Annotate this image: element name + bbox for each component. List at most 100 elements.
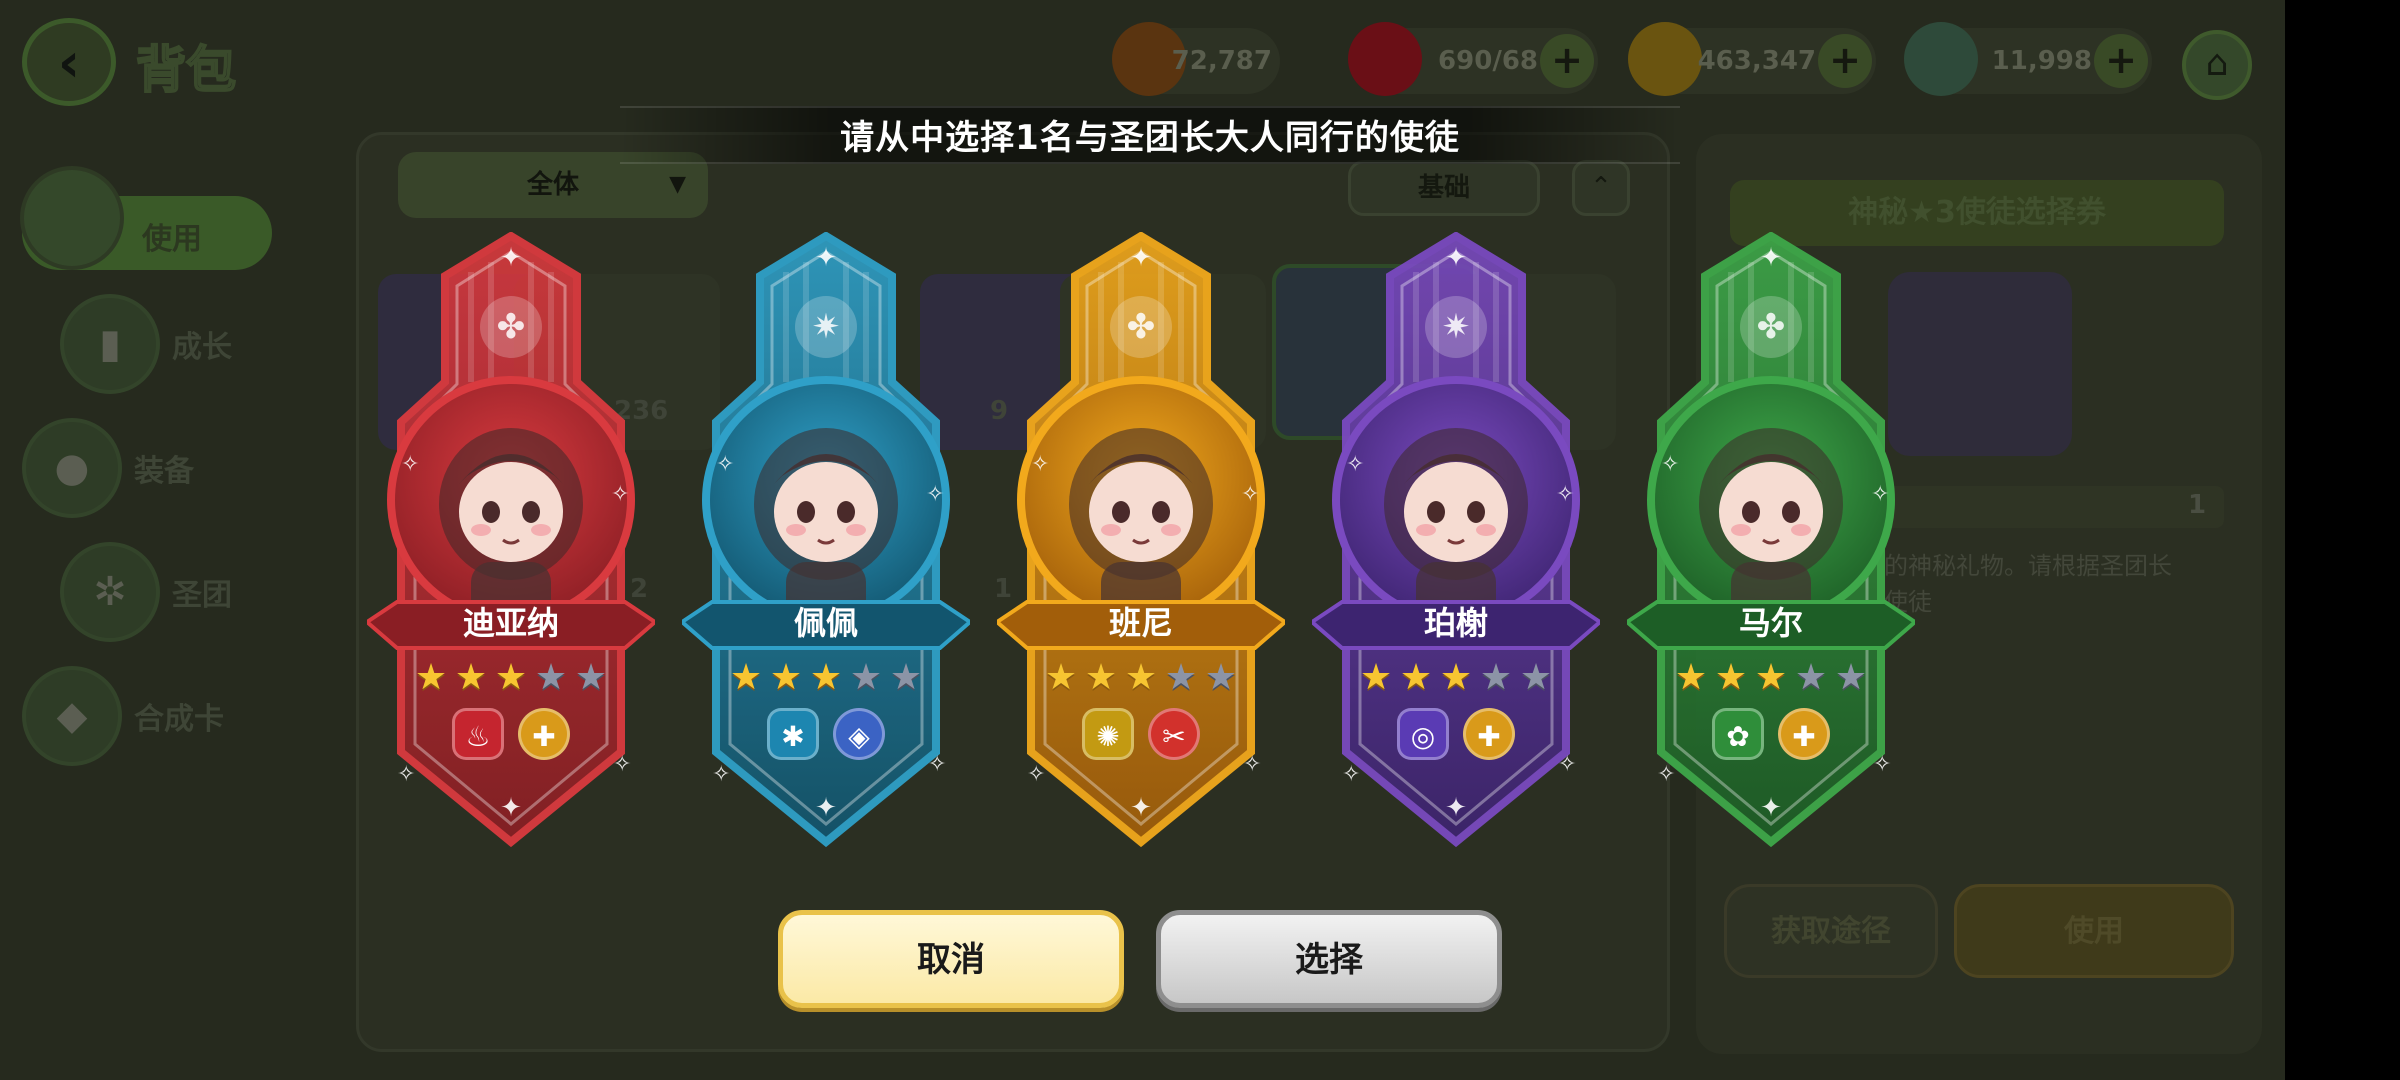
item-description: 的神秘礼物。请根据圣团长 使徒 — [1884, 552, 2172, 616]
sidebar-item-label: 成长 — [172, 330, 232, 365]
character-avatar-icon — [1069, 428, 1213, 616]
star-icon: ★ — [1439, 657, 1473, 698]
sparkle-icon: ✧ — [613, 752, 632, 777]
sidebar-item-label: 装备 — [134, 454, 194, 489]
star-icon: ★ — [729, 657, 763, 698]
select-button[interactable]: 选择 — [1156, 910, 1502, 1008]
character-tags: ♨ ✚ — [421, 708, 601, 760]
swirl-icon: ◎ — [1397, 708, 1449, 760]
use-button[interactable]: 使用 — [1954, 884, 2234, 978]
star-icon: ★ — [889, 657, 923, 698]
bag-icon: ● — [22, 418, 122, 518]
cross-icon: ✚ — [1778, 708, 1830, 760]
star-rating: ★ ★ ★ ★ ★ — [1031, 660, 1251, 696]
star-icon: ★ — [494, 657, 528, 698]
character-name: 佩佩 — [793, 604, 858, 642]
resource-food: 72,787 — [1112, 22, 1280, 96]
character-name: 迪亚纳 — [462, 604, 559, 642]
clover-icon: ✿ — [1712, 708, 1764, 760]
character-name: 马尔 — [1738, 604, 1803, 642]
cross-icon: ✚ — [518, 708, 570, 760]
star-icon: ★ — [454, 657, 488, 698]
resource-leaf: 11,998 + — [1904, 22, 2152, 96]
svg-text:✦: ✦ — [815, 793, 837, 823]
sparkle-icon: ✧ — [1027, 762, 1046, 787]
character-avatar-icon — [1699, 428, 1843, 616]
star-rating: ★ ★ ★ ★ ★ — [1661, 660, 1881, 696]
book-icon: ▮ — [60, 294, 160, 394]
cog-icon: ✲ — [60, 542, 160, 642]
sidebar-item-guild[interactable]: ✲ 圣团 — [60, 542, 232, 642]
sparkle-icon: ✧ — [716, 452, 735, 477]
star-icon: ★ — [809, 657, 843, 698]
sidebar-item-synthesis-card[interactable]: ◆ 合成卡 — [22, 666, 224, 766]
character-portrait — [387, 376, 635, 624]
star-icon: ★ — [1674, 657, 1708, 698]
sidebar-item-label: 合成卡 — [134, 702, 224, 737]
star-icon: ★ — [1834, 657, 1868, 698]
character-card[interactable]: ✦ ✦ ✤ 迪亚纳 ★ ★ ★ ★ ★ ♨ ✚ ✧ ✧ ✧ ✧ — [361, 232, 661, 852]
sparkle-icon: ✧ — [1558, 752, 1577, 777]
star-icon: ★ — [1519, 657, 1553, 698]
resource-gold: 463,347 + — [1628, 22, 1876, 96]
star-icon: ★ — [769, 657, 803, 698]
character-card[interactable]: ✦ ✦ ✷ 佩佩 ★ ★ ★ ★ ★ ✱ ◈ ✧ ✧ ✧ ✧ — [676, 232, 976, 852]
card-icon: ◆ — [22, 666, 122, 766]
sparkle-icon: ✧ — [1556, 482, 1575, 507]
resource-gold-value: 463,347 — [1697, 46, 1816, 76]
sparkle-icon: ✧ — [712, 762, 731, 787]
tools-icon: ✂ — [1148, 708, 1200, 760]
resource-leaf-value: 11,998 — [1991, 46, 2092, 76]
svg-text:✦: ✦ — [1445, 243, 1467, 273]
filter-value: 全体 — [526, 170, 579, 200]
screen-edge — [2285, 0, 2400, 1080]
sidebar-item-label: 圣团 — [172, 578, 232, 613]
sparkle-icon: ✧ — [1871, 482, 1890, 507]
sidebar-item-use[interactable]: 使用 — [20, 166, 272, 270]
star-rating: ★ ★ ★ ★ ★ — [401, 660, 621, 696]
sort-order-icon[interactable]: ⌃ — [1572, 160, 1630, 216]
back-arrow-icon: ‹ — [57, 30, 81, 94]
back-button[interactable]: ‹ — [22, 18, 116, 106]
source-button[interactable]: 获取途径 — [1724, 884, 1938, 978]
sparkle-icon: ✧ — [928, 752, 947, 777]
sparkle-icon: ✧ — [1661, 452, 1680, 477]
svg-text:✦: ✦ — [1445, 793, 1467, 823]
character-card[interactable]: ✦ ✦ ✷ 珀榭 ★ ★ ★ ★ ★ ◎ ✚ ✧ ✧ ✧ ✧ — [1306, 232, 1606, 852]
sidebar-item-equipment[interactable]: ● 装备 — [22, 418, 194, 518]
character-tags: ✺ ✂ — [1051, 708, 1231, 760]
sun-icon: ✺ — [1082, 708, 1134, 760]
add-leaf-button[interactable]: + — [2094, 34, 2148, 88]
page-title: 背包 — [135, 40, 237, 100]
home-button[interactable]: ⌂ — [2182, 30, 2252, 100]
star-icon: ★ — [1204, 657, 1238, 698]
star-icon: ★ — [1754, 657, 1788, 698]
sidebar-item-growth[interactable]: ▮ 成长 — [60, 294, 232, 394]
character-card[interactable]: ✦ ✦ ✤ 马尔 ★ ★ ★ ★ ★ ✿ ✚ ✧ ✧ ✧ ✧ — [1621, 232, 1921, 852]
sparkle-icon: ✧ — [1243, 752, 1262, 777]
star-icon: ★ — [1479, 657, 1513, 698]
star-burst-icon: ✷ — [795, 296, 857, 358]
svg-text:✦: ✦ — [1760, 243, 1782, 273]
sparkle-icon: ✧ — [1346, 452, 1365, 477]
star-icon: ★ — [1084, 657, 1118, 698]
star-rating: ★ ★ ★ ★ ★ — [716, 660, 936, 696]
sparkle-icon: ✧ — [926, 482, 945, 507]
sort-button[interactable]: 基础 — [1348, 160, 1540, 216]
star-icon: ★ — [1164, 657, 1198, 698]
star-icon: ★ — [849, 657, 883, 698]
gold-coin-icon — [1628, 22, 1702, 96]
add-gold-button[interactable]: + — [1818, 34, 1872, 88]
character-portrait — [1647, 376, 1895, 624]
star-icon: ★ — [534, 657, 568, 698]
add-ruby-button[interactable]: + — [1540, 34, 1594, 88]
character-card[interactable]: ✦ ✦ ✤ 班尼 ★ ★ ★ ★ ★ ✺ ✂ ✧ ✧ ✧ ✧ — [991, 232, 1291, 852]
star-icon: ★ — [1399, 657, 1433, 698]
character-portrait — [1017, 376, 1265, 624]
sparkle-icon: ✧ — [1873, 752, 1892, 777]
character-tags: ◎ ✚ — [1366, 708, 1546, 760]
sparkle-icon: ✧ — [401, 452, 420, 477]
svg-text:✦: ✦ — [1760, 793, 1782, 823]
flame-icon: ♨ — [452, 708, 504, 760]
cancel-button[interactable]: 取消 — [778, 910, 1124, 1008]
